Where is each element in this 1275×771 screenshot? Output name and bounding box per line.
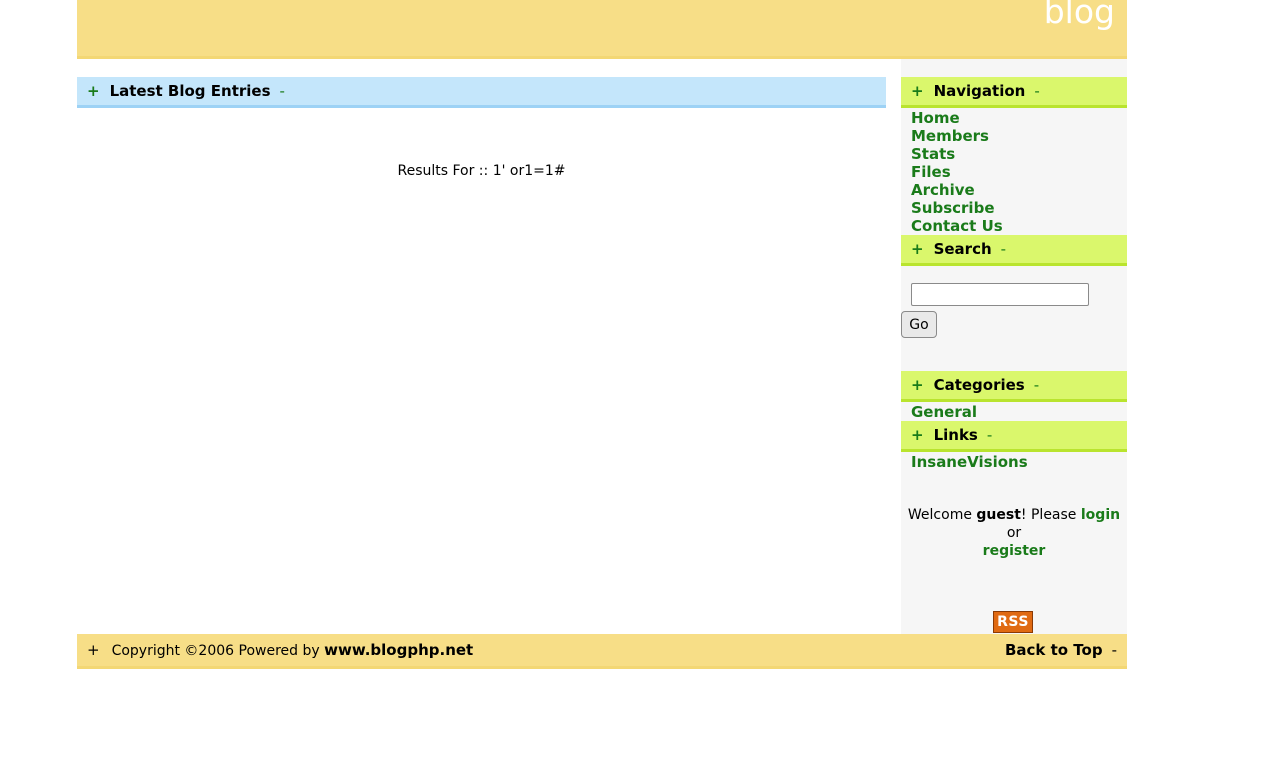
collapse-icon[interactable]: - [1034, 82, 1039, 100]
copyright-label: Copyright ©2006 Powered by [111, 643, 325, 659]
collapse-icon[interactable]: - [280, 82, 285, 100]
expand-icon[interactable]: + [87, 641, 100, 659]
search-header: + Search - [901, 235, 1127, 266]
categories-panel: + Categories - General [901, 371, 1127, 421]
nav-link-archive[interactable]: Archive [911, 181, 1127, 199]
categories-header: + Categories - [901, 371, 1127, 402]
nav-link-subscribe[interactable]: Subscribe [911, 199, 1127, 217]
collapse-icon[interactable]: - [1112, 641, 1117, 659]
search-title: Search [933, 240, 992, 258]
category-link-general[interactable]: General [911, 403, 1127, 421]
search-panel: + Search - [901, 235, 1127, 266]
nav-link-contact-us[interactable]: Contact Us [911, 217, 1127, 235]
navigation-panel: + Navigation - Home Members Stats Files … [901, 77, 1127, 235]
page-wrapper: blog + Latest Blog Entries - Results For… [77, 0, 1127, 669]
nav-link-stats[interactable]: Stats [911, 145, 1127, 163]
latest-entries-header: + Latest Blog Entries - [77, 77, 886, 108]
nav-link-members[interactable]: Members [911, 127, 1127, 145]
categories-title: Categories [933, 376, 1025, 394]
site-footer: + Copyright ©2006 Powered by www.blogphp… [77, 634, 1127, 669]
search-go-button[interactable]: Go [901, 311, 937, 338]
links-list: InsaneVisions [901, 452, 1127, 471]
copyright-text: Copyright ©2006 Powered by www.blogphp.n… [112, 641, 474, 659]
collapse-icon[interactable]: - [1001, 240, 1006, 258]
section-title: Latest Blog Entries [109, 82, 271, 100]
welcome-middle: ! Please [1020, 507, 1081, 523]
welcome-or: or [1006, 525, 1022, 541]
links-title: Links [933, 426, 978, 444]
link-insanevisions[interactable]: InsaneVisions [911, 453, 1127, 471]
links-panel: + Links - InsaneVisions [901, 421, 1127, 471]
expand-icon[interactable]: + [87, 82, 100, 100]
expand-icon[interactable]: + [911, 82, 924, 100]
search-input[interactable] [911, 283, 1089, 306]
welcome-prefix: Welcome [907, 507, 977, 523]
expand-icon[interactable]: + [911, 240, 924, 258]
collapse-icon[interactable]: - [1034, 376, 1039, 394]
welcome-user: guest [976, 507, 1021, 523]
navigation-title: Navigation [933, 82, 1026, 100]
nav-link-files[interactable]: Files [911, 163, 1127, 181]
nav-link-home[interactable]: Home [911, 109, 1127, 127]
site-header: blog [77, 0, 1127, 59]
rss-feed-icon[interactable]: RSS [993, 611, 1033, 633]
register-link[interactable]: register [983, 543, 1046, 559]
site-title[interactable]: blog [1044, 0, 1115, 31]
main-content: + Latest Blog Entries - Results For :: 1… [77, 77, 886, 179]
links-header: + Links - [901, 421, 1127, 452]
welcome-message: Welcome guest! Please login or register [901, 506, 1127, 560]
collapse-icon[interactable]: - [987, 426, 992, 444]
expand-icon[interactable]: + [911, 426, 924, 444]
sidebar: + Navigation - Home Members Stats Files … [901, 59, 1127, 634]
login-link[interactable]: login [1081, 507, 1120, 523]
categories-list: General [901, 402, 1127, 421]
navigation-header: + Navigation - [901, 77, 1127, 108]
navigation-links: Home Members Stats Files Archive Subscri… [901, 108, 1127, 235]
results-text: Results For :: 1' or1=1# [397, 163, 566, 179]
back-to-top-link[interactable]: Back to Top [1005, 641, 1103, 659]
expand-icon[interactable]: + [911, 376, 924, 394]
powered-by-link[interactable]: www.blogphp.net [324, 641, 473, 659]
